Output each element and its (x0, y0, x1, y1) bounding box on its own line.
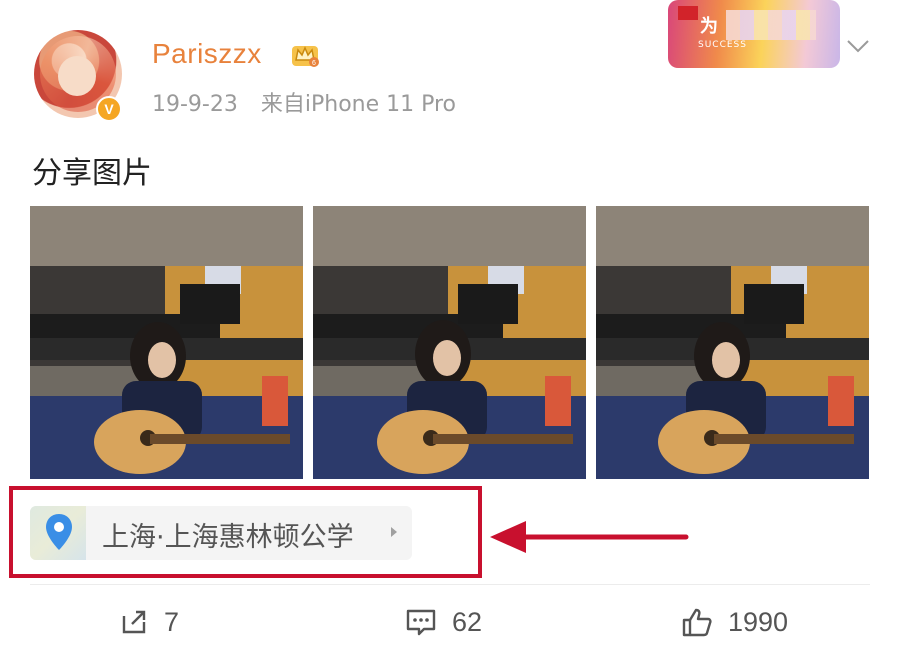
like-button[interactable]: 1990 (680, 602, 788, 642)
annotation-arrow (490, 521, 689, 553)
comment-button[interactable]: 62 (404, 602, 482, 642)
promo-blurred-area (726, 10, 816, 40)
flag-icon (678, 6, 698, 20)
photo-guitar-girl-2 (313, 206, 586, 479)
svg-text:6: 6 (312, 60, 316, 67)
crown-vip-icon: 6 (292, 46, 319, 67)
comment-count: 62 (452, 606, 483, 637)
like-count: 1990 (728, 606, 789, 637)
action-divider (30, 584, 870, 585)
highlight-box (9, 486, 482, 578)
photo-guitar-girl-3 (596, 206, 869, 479)
promo-sub: SUCCESS (698, 40, 747, 50)
post-text: 分享图片 (32, 156, 152, 191)
repost-count: 7 (164, 606, 180, 637)
post-source: 来自iPhone 11 Pro (260, 92, 457, 117)
repost-button[interactable]: 7 (118, 602, 179, 642)
repost-icon (122, 610, 146, 634)
photo-guitar-girl-1 (30, 206, 303, 479)
post-meta: 19-9-23 来自iPhone 11 Pro (152, 86, 456, 118)
post-image-2[interactable] (313, 206, 586, 479)
avatar-face (58, 56, 96, 96)
post-image-3[interactable] (596, 206, 869, 479)
verified-badge-icon: V (96, 96, 122, 122)
comment-icon (406, 609, 436, 636)
post-time: 19-9-23 (152, 92, 238, 117)
promo-banner[interactable]: 为 SUCCESS (668, 0, 840, 68)
username[interactable]: Pariszzx (152, 38, 262, 70)
post-image-1[interactable] (30, 206, 303, 479)
thumbs-up-icon (682, 608, 712, 637)
chevron-down-icon[interactable] (846, 38, 870, 54)
promo-label: 为 (700, 16, 718, 37)
